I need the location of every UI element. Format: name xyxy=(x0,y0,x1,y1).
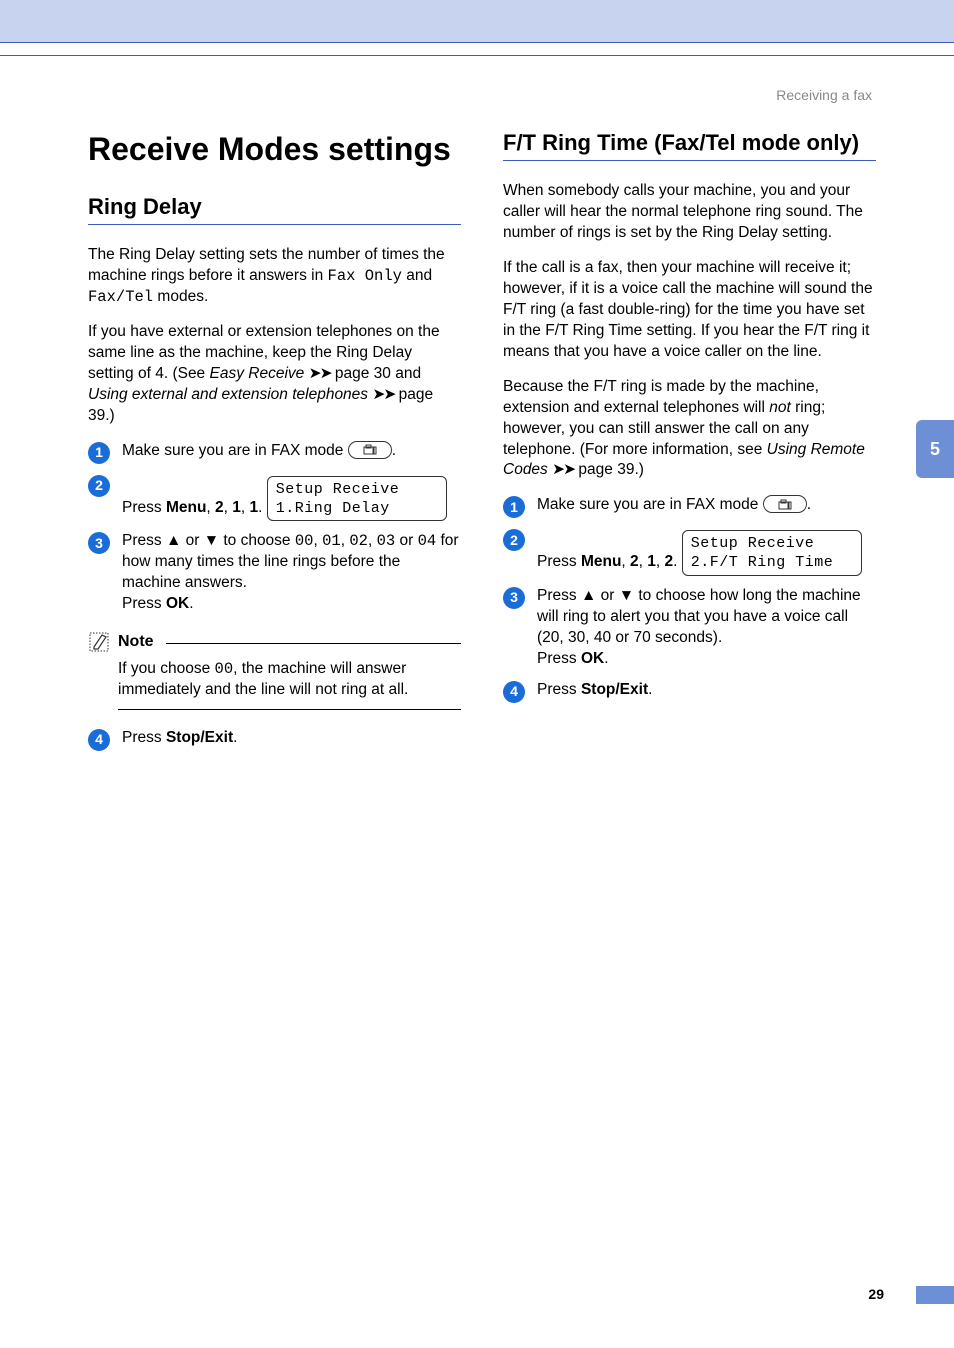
ring-delay-desc-2: If you have external or extension teleph… xyxy=(88,322,461,427)
step-1: 1 Make sure you are in FAX mode . xyxy=(88,441,461,464)
down-arrow-icon: ▼ xyxy=(619,587,634,604)
section-ft-ring: F/T Ring Time (Fax/Tel mode only) xyxy=(503,129,876,162)
r-step-2: 2 Press Menu, 2, 1, 2. Setup Receive 2.F… xyxy=(503,528,876,576)
step-3: 3 Press ▲ or ▼ to choose 00, 01, 02, 03 … xyxy=(88,531,461,615)
step-number-2: 2 xyxy=(503,529,525,551)
right-column: F/T Ring Time (Fax/Tel mode only) When s… xyxy=(503,129,876,761)
r-step-4: 4 Press Stop/Exit. xyxy=(503,680,876,703)
fax-icon xyxy=(763,495,807,513)
step-4: 4 Press Stop/Exit. xyxy=(88,728,461,751)
down-arrow-icon: ▼ xyxy=(204,532,219,549)
note-icon xyxy=(88,631,112,653)
r-step-1: 1 Make sure you are in FAX mode . xyxy=(503,495,876,518)
step-number-3: 3 xyxy=(503,587,525,609)
page-number: 29 xyxy=(868,1285,884,1304)
page-title: Receive Modes settings xyxy=(88,129,461,169)
ft-desc-1: When somebody calls your machine, you an… xyxy=(503,181,876,244)
left-column: Receive Modes settings Ring Delay The Ri… xyxy=(88,129,461,761)
chapter-tab: 5 xyxy=(916,420,954,478)
section-ring-delay: Ring Delay xyxy=(88,193,461,226)
fax-icon xyxy=(348,441,392,459)
lcd-display: Setup Receive 2.F/T Ring Time xyxy=(682,530,862,576)
up-arrow-icon: ▲ xyxy=(581,587,596,604)
note-block: Note If you choose 00, the machine will … xyxy=(88,631,461,710)
ft-desc-3: Because the F/T ring is made by the mach… xyxy=(503,377,876,482)
lcd-display: Setup Receive 1.Ring Delay xyxy=(267,476,447,522)
up-arrow-icon: ▲ xyxy=(166,532,181,549)
step-number-1: 1 xyxy=(88,442,110,464)
step-number-3: 3 xyxy=(88,532,110,554)
top-bar xyxy=(0,0,954,42)
step-2: 2 Press Menu, 2, 1, 1. Setup Receive 1.R… xyxy=(88,474,461,522)
ft-desc-2: If the call is a fax, then your machine … xyxy=(503,258,876,363)
step-number-4: 4 xyxy=(503,681,525,703)
step-number-1: 1 xyxy=(503,496,525,518)
r-step-3: 3 Press ▲ or ▼ to choose how long the ma… xyxy=(503,586,876,670)
page-stub xyxy=(916,1286,954,1304)
step-number-2: 2 xyxy=(88,475,110,497)
breadcrumb: Receiving a fax xyxy=(0,56,954,105)
step-number-4: 4 xyxy=(88,729,110,751)
ring-delay-desc-1: The Ring Delay setting sets the number o… xyxy=(88,245,461,308)
